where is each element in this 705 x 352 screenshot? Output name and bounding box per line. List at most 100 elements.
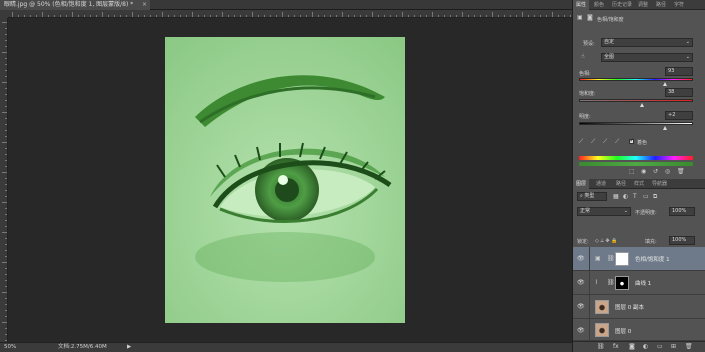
ruler-tick bbox=[282, 12, 283, 17]
tab-navigator[interactable]: 导航器 bbox=[649, 179, 670, 189]
eyedropper-icon[interactable]: ⟋ bbox=[579, 138, 583, 146]
layer-mask-thumbnail[interactable] bbox=[615, 252, 629, 266]
ruler-tick bbox=[564, 15, 565, 17]
ruler-tick bbox=[5, 106, 7, 107]
layer-thumbnail[interactable] bbox=[595, 323, 609, 337]
tab-layer-paths[interactable]: 路径 bbox=[613, 179, 629, 189]
eye-icon[interactable]: 👁 bbox=[577, 255, 585, 262]
ruler-tick bbox=[330, 15, 331, 17]
ruler-tick bbox=[168, 15, 169, 17]
chain-link-icon[interactable]: ⛓ bbox=[607, 279, 615, 287]
tab-channels[interactable]: 通道 bbox=[593, 179, 609, 189]
filter-adjustment-icon[interactable]: ◐ bbox=[623, 193, 628, 201]
hue-slider[interactable] bbox=[579, 78, 693, 81]
ruler-tick bbox=[498, 15, 499, 17]
ruler-tick bbox=[5, 268, 7, 269]
ruler-tick bbox=[5, 124, 7, 125]
tab-color[interactable]: 颜色 bbox=[591, 0, 607, 10]
ruler-tick bbox=[2, 262, 7, 263]
layer-name[interactable]: 图层 0 副本 bbox=[615, 303, 644, 311]
tab-paths[interactable]: 路径 bbox=[653, 0, 669, 10]
reset-icon[interactable]: ↺ bbox=[653, 168, 658, 176]
ruler-tick bbox=[192, 12, 193, 17]
layer-row-curves[interactable]: 👁 ⌇ ⛓ 曲线 1 bbox=[573, 271, 705, 295]
tab-styles[interactable]: 样式 bbox=[631, 179, 647, 189]
lock-icons[interactable]: ◇ ⟂ ✥ 🔒 bbox=[595, 238, 617, 244]
layer-row-hue-saturation[interactable]: 👁 ▣ ⛓ 色相/饱和度 1 bbox=[573, 247, 705, 271]
mask-icon[interactable]: ◙ bbox=[587, 14, 593, 22]
right-panel-dock: 属性 颜色 历史记录 调整 路径 字符 ▣ ◙ 色相/饱和度 预设: 自定 ⌄ … bbox=[572, 0, 705, 352]
filter-shape-icon[interactable]: ▭ bbox=[643, 193, 649, 201]
ruler-tick bbox=[18, 15, 19, 17]
visibility-icon[interactable]: ◎ bbox=[665, 168, 670, 176]
layer-thumbnail[interactable] bbox=[595, 300, 609, 314]
fx-icon[interactable]: fx bbox=[613, 343, 619, 350]
layer-mask-thumbnail[interactable] bbox=[615, 276, 629, 290]
layer-name[interactable]: 色相/饱和度 1 bbox=[635, 255, 670, 263]
link-layers-icon[interactable]: ⛓ bbox=[597, 343, 605, 350]
new-adjustment-icon[interactable]: ◐ bbox=[643, 343, 648, 350]
eye-icon[interactable]: 👁 bbox=[577, 279, 585, 286]
new-layer-icon[interactable]: ⊞ bbox=[671, 343, 676, 350]
ruler-tick bbox=[132, 12, 133, 17]
add-mask-icon[interactable]: ◙ bbox=[629, 343, 635, 350]
ruler-tick bbox=[186, 15, 187, 17]
trash-icon[interactable]: 🗑 bbox=[677, 168, 685, 176]
eyedropper-plus-icon[interactable]: ⟋ bbox=[591, 138, 595, 146]
tab-history[interactable]: 历史记录 bbox=[609, 0, 635, 10]
layer-name[interactable]: 曲线 1 bbox=[635, 279, 651, 287]
view-previous-icon[interactable]: ◉ bbox=[641, 168, 646, 176]
fill-input[interactable]: 100% bbox=[669, 236, 695, 245]
layer-row-layer0[interactable]: 👁 图层 0 bbox=[573, 319, 705, 343]
zoom-level[interactable]: 50% bbox=[4, 343, 16, 352]
tab-character[interactable]: 字符 bbox=[671, 0, 687, 10]
new-group-icon[interactable]: ▭ bbox=[657, 343, 663, 350]
layer-row-layer0-copy[interactable]: 👁 图层 0 副本 bbox=[573, 295, 705, 319]
status-menu-arrow-icon[interactable]: ▶ bbox=[127, 343, 131, 352]
ruler-tick bbox=[108, 15, 109, 17]
ruler-tick bbox=[5, 178, 7, 179]
saturation-input[interactable]: 38 bbox=[665, 88, 693, 97]
tab-layers[interactable]: 图层 bbox=[573, 179, 590, 189]
lightness-input[interactable]: +2 bbox=[665, 111, 693, 120]
ruler-tick bbox=[36, 15, 37, 17]
preset-select[interactable]: 自定 ⌄ bbox=[601, 38, 693, 47]
saturation-slider[interactable] bbox=[579, 99, 693, 102]
curves-icon: ⌇ bbox=[595, 279, 598, 286]
ruler-tick bbox=[324, 15, 325, 17]
eyedropper-minus-icon[interactable]: ⟋ bbox=[603, 138, 607, 146]
ruler-tick bbox=[120, 15, 121, 17]
lightness-slider[interactable] bbox=[579, 122, 693, 125]
filter-pixel-icon[interactable]: ▦ bbox=[613, 193, 619, 201]
filter-smart-object-icon[interactable]: ⧉ bbox=[653, 193, 657, 201]
ruler-tick bbox=[318, 15, 319, 17]
chain-link-icon[interactable]: ⛓ bbox=[607, 255, 615, 263]
ruler-tick bbox=[2, 82, 7, 83]
ruler-tick bbox=[276, 15, 277, 17]
document-image[interactable] bbox=[165, 37, 405, 323]
eye-icon[interactable]: 👁 bbox=[577, 327, 585, 334]
lightness-slider-knob[interactable] bbox=[662, 126, 667, 130]
channel-select[interactable]: 全图 ⌄ bbox=[601, 53, 693, 62]
ruler-tick bbox=[390, 15, 391, 17]
ruler-tick bbox=[360, 15, 361, 17]
blend-mode-select[interactable]: 正常 ⌄ bbox=[577, 207, 631, 216]
tab-adjustments[interactable]: 调整 bbox=[635, 0, 651, 10]
opacity-input[interactable]: 100% bbox=[669, 207, 695, 216]
filter-type-icon[interactable]: T bbox=[633, 193, 637, 201]
eyedropper-subtract-icon[interactable]: ⟋ bbox=[615, 138, 619, 146]
close-icon[interactable]: × bbox=[142, 0, 147, 10]
layer-name[interactable]: 图层 0 bbox=[615, 327, 631, 335]
layer-filter-select[interactable]: ⌕ 类型 bbox=[577, 192, 607, 201]
saturation-slider-knob[interactable] bbox=[639, 103, 644, 107]
document-tab[interactable]: 眼睛.jpg @ 50% (色相/饱和度 1, 图层蒙版/8) * × bbox=[0, 0, 150, 10]
colorize-checkbox[interactable]: ✓ bbox=[629, 137, 635, 144]
tab-properties[interactable]: 属性 bbox=[573, 0, 590, 10]
hue-input[interactable]: 93 bbox=[665, 67, 693, 76]
eye-icon[interactable]: 👁 bbox=[577, 303, 585, 310]
clip-to-layer-icon[interactable]: ⬚ bbox=[629, 168, 635, 176]
ruler-tick bbox=[204, 15, 205, 17]
hue-slider-knob[interactable] bbox=[662, 82, 667, 86]
targeted-adjustment-hand-icon[interactable]: ☝ bbox=[581, 53, 585, 61]
trash-icon[interactable]: 🗑 bbox=[685, 343, 693, 350]
